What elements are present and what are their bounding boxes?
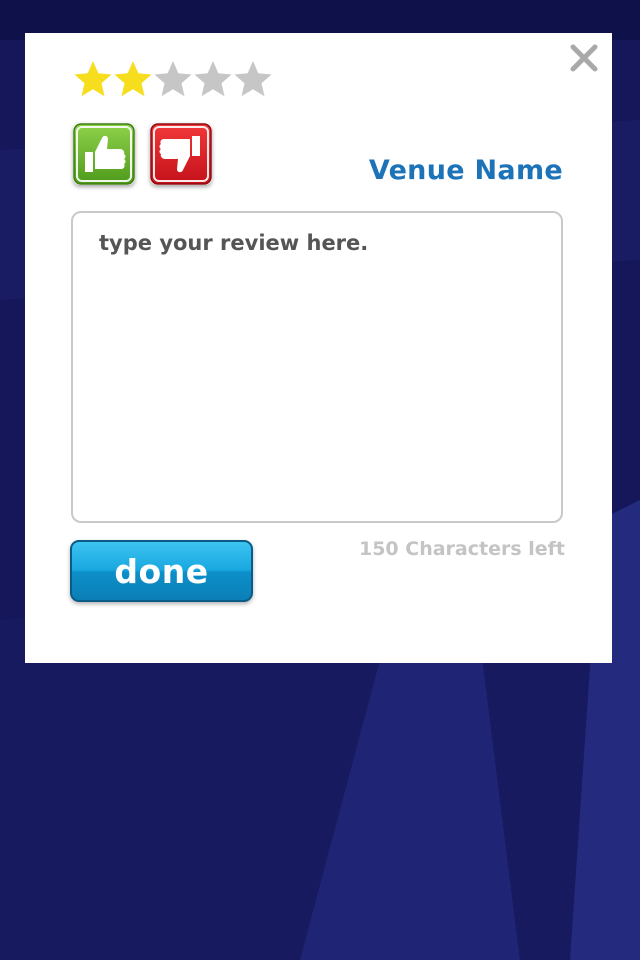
venue-name: Venue Name xyxy=(368,155,563,186)
star-icon[interactable] xyxy=(113,59,153,99)
review-dialog: Venue Name done 150 Characters left xyxy=(25,33,612,663)
star-icon[interactable] xyxy=(73,59,113,99)
star-icon[interactable] xyxy=(153,59,193,99)
close-button[interactable] xyxy=(568,42,600,74)
characters-left-counter: 150 Characters left xyxy=(358,538,565,560)
thumbs-down-button[interactable] xyxy=(150,123,212,185)
close-x-icon xyxy=(570,44,598,72)
star-icon[interactable] xyxy=(193,59,233,99)
done-button-label: done xyxy=(114,551,209,591)
star-rating xyxy=(73,59,273,99)
thumbs-down-icon xyxy=(150,123,212,185)
thumbs-up-icon xyxy=(73,123,135,185)
review-input[interactable] xyxy=(73,213,561,521)
star-icon[interactable] xyxy=(233,59,273,99)
thumbs-up-button[interactable] xyxy=(73,123,135,185)
review-text-box[interactable] xyxy=(71,211,563,523)
done-button[interactable]: done xyxy=(70,540,253,602)
